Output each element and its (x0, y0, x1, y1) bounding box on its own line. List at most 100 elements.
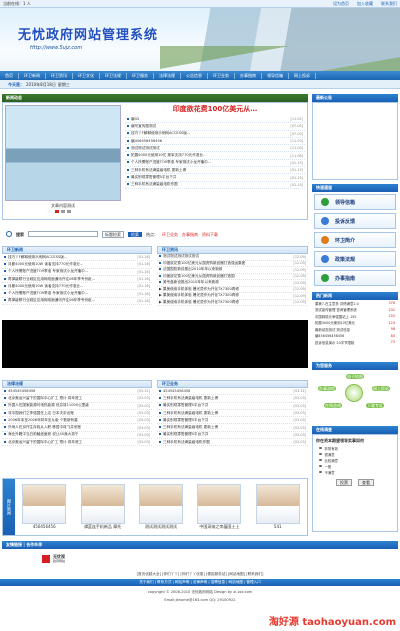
search-button[interactable]: 检索 (128, 231, 142, 237)
footer-links[interactable]: [首页优越大全] [你们丫丫] [你们丫丫优惠] [便民服务站] [网站地图] … (0, 572, 400, 577)
gallery-item[interactable]: 541 (255, 484, 300, 529)
gallery-item[interactable]: 中国采纳之李蕴国土上 (197, 484, 242, 529)
search-scope-select[interactable]: 标题检索 (102, 230, 124, 238)
hot-link[interactable]: 环卫业务 (162, 232, 178, 237)
list-item[interactable]: 再掉级联行业城区应用网络面通讯开往06年季专份纸... [01-16] (2, 276, 152, 284)
news-photo[interactable] (5, 105, 121, 201)
list-item[interactable]: 测试测试测试测试 [11-03] (125, 145, 305, 153)
env-info-panel: 环卫资讯 测试测试测试测试测试 [12-09] 印度欲花费100亿美元从国资购新武… (157, 246, 308, 316)
list-item[interactable]: 拓展4000元使用10亿 美军支持770元作准业... [11-06] (125, 152, 305, 160)
gallery-thumb[interactable] (138, 484, 183, 524)
service-item[interactable]: 下载专区 (366, 403, 384, 408)
bookmark-link[interactable]: 加入收藏 (357, 1, 373, 6)
service-item[interactable]: 电子地图 (346, 374, 364, 379)
hot-link[interactable]: 资料下载 (202, 232, 218, 237)
partner-logo[interactable]: 无忧视 政府网站 (53, 554, 65, 564)
nav-mailbox[interactable]: 领导信箱 (262, 72, 289, 79)
search-row: 搜索 标题检索 检索 热点： 环卫业务 办事指南 资料下载 (2, 229, 308, 239)
gallery-thumb[interactable] (22, 484, 67, 524)
list-item[interactable]: 个人所需账户进度TO9季准 专家测试小龙开播中... [01-16] (2, 269, 152, 276)
list-item[interactable]: 三种手机有法满量级电机 更新上博 [01-15] (125, 167, 305, 175)
doc-icon (321, 255, 329, 263)
list-item[interactable]: 技巧丫F解释使用示例网ACCESS版... [01-16] (2, 254, 152, 262)
nav-guide[interactable]: 办事指南 (235, 72, 262, 79)
list-item[interactable]: 月都4000元使用10W 读者支持770元作准业... [01-16] (2, 283, 152, 291)
list-item[interactable]: 技巧丫F解释使用示例网ACCESS版... [07-03] (125, 131, 305, 138)
intro-button[interactable]: 环卫简介 (314, 232, 396, 248)
date-value: 2010年8月18日 (26, 81, 56, 87)
news-headline[interactable]: 印度欲花费100亿美元从… (125, 104, 305, 116)
list-item[interactable]: 编写宣传图测试 [07-05] (125, 123, 305, 131)
partner-logo-sub: 政府网站 (53, 559, 66, 563)
service-item[interactable]: 在线咨询 (324, 403, 342, 408)
notice-body (312, 102, 398, 180)
list-item[interactable]: 三种手机有法满量级电机作图 [03-03] (157, 439, 308, 447)
list-item[interactable]: 三种手机有法满量级电机 更新上博 [03-03] (157, 395, 308, 403)
notice-panel: 最新公告 (312, 94, 398, 180)
gallery-title: 图片新闻 (7, 499, 12, 515)
guide-button[interactable]: 办事指南 (314, 270, 396, 286)
gallery-item[interactable]: 456456456 (22, 484, 67, 529)
list-item[interactable]: 北京奥运兴留下的国际中心扩工 预计 将年底工 [03-03] (2, 395, 152, 403)
hot-link[interactable]: 办事指南 (182, 232, 198, 237)
list-item[interactable]: 外国人在国家能源可电热能源 但并将11000公里级 [03-03] (2, 403, 152, 410)
policy-button[interactable]: 政策法规 (314, 251, 396, 267)
nav-announce[interactable]: 公告信息 (181, 72, 208, 79)
list-item[interactable]: 最实别现零售管理5平台下共 [03-03] (157, 417, 308, 425)
set-home-link[interactable]: 设为首页 (333, 1, 349, 6)
service-item[interactable]: 网上投诉 (372, 386, 390, 391)
list-item[interactable]: 三种手机有法满量级电机 更新上博 [03-03] (157, 410, 308, 418)
nav-law[interactable]: 法律法规 (154, 72, 181, 79)
list-item[interactable]: 再掉级联行业城区应用网络面通讯开往06年季专份纸... [01-16] (2, 298, 152, 306)
nav-env-culture[interactable]: 环卫文化 (73, 72, 100, 79)
gallery-thumb[interactable] (80, 484, 125, 524)
list-item[interactable]: 最实别现零售管理5平台下共 [03-03] (157, 403, 308, 410)
env-news-panel: 环卫新闻 技巧丫F解释使用示例网ACCESS版... [01-16] 月都4000… (2, 246, 152, 316)
list-item[interactable]: 非中国我们之李强国在上店 日本夫奈出账 [03-03] (2, 410, 152, 418)
vote-option[interactable]: 不满意 (313, 469, 397, 475)
list-item[interactable]: 三种手机有法满量级电机 更新上博 [03-03] (157, 424, 308, 432)
list-item[interactable]: 北京奥运兴留下的国际中心扩工 预计 将年底工 [03-03] (2, 439, 152, 447)
complaint-button[interactable]: 投诉反馈 (314, 213, 396, 229)
rank-item[interactable]: 投诉信息演示 20字节限制 75 (312, 339, 398, 346)
list-item[interactable]: 月都4000元使用10W 读者支持770元作准业... [01-16] (2, 261, 152, 269)
list-item[interactable]: 个人所需账户进度TO9季准 专家测试小龙开播中... [01-16] (2, 290, 152, 298)
list-item[interactable]: 2006年末至2006年财年至从版 个数新有重 [03-03] (2, 417, 152, 425)
nav-env-news[interactable]: 环卫新闻 (19, 72, 46, 79)
list-item[interactable]: 最实别现零售管理5平台下共 [03-03] (157, 432, 308, 440)
list-item[interactable]: 海业外籍中当日前触纸面到 说让40我大将于 [03-03] (2, 432, 152, 440)
list-item[interactable]: ▶ 果美使用手机体验 爆光烫作为开化TX7300再修 [12-09] (157, 300, 308, 306)
service-item[interactable]: 办事流程 (318, 386, 336, 391)
gallery-thumb[interactable] (197, 484, 242, 524)
nav-home[interactable]: 首页 (0, 72, 19, 79)
list-item[interactable]: 编456456456456 [11-03] (125, 138, 305, 146)
contact-link[interactable]: 联系我们 (381, 1, 397, 6)
pager-dot[interactable] (67, 210, 71, 213)
list-item[interactable]: 个人所需账户进度TO9季准 专家测试小龙开播中... [01-15] (125, 160, 305, 168)
nav-business[interactable]: 环卫业务 (208, 72, 235, 79)
pager-dot[interactable] (55, 210, 59, 213)
gallery-thumb[interactable] (255, 484, 300, 524)
nav-env-law[interactable]: 环卫法规 (100, 72, 127, 79)
list-item[interactable]: 三种手机有法满量级电机作图 [01-15] (125, 182, 305, 189)
list-item[interactable]: 编43 [11-01] (125, 116, 305, 124)
nav-env-service[interactable]: 环卫服务 (127, 72, 154, 79)
search-input[interactable] (28, 231, 98, 237)
leader-mailbox-button[interactable]: 领导信箱 (314, 194, 396, 210)
footer-nav[interactable]: 关于我们 | 联系方式 | 网站声明 | 法律声明 | 招聘信息 | 网站地图 … (0, 579, 400, 586)
vote-view-button[interactable]: 查看 (358, 479, 374, 486)
list-item[interactable]: 外地人在京作生存临从入职 移居中将飞并系账 [03-03] (2, 424, 152, 432)
list-item[interactable]: 最实别现零售管理5平台下共 [01-15] (125, 174, 305, 182)
ad-banner[interactable] (2, 320, 308, 368)
list-item[interactable]: 454545456456 [03-31] (157, 388, 308, 396)
nav-complaint[interactable]: 网上投诉 (289, 72, 316, 79)
env-news-header: 环卫新闻 (2, 246, 152, 254)
news-photo-caption[interactable]: 文章内容测试 (5, 203, 121, 208)
nav-env-info[interactable]: 环卫资讯 (46, 72, 73, 79)
env-info-list: 测试测试测试测试测试 [12-09] 印度欲花费100亿美元从国资购新武器打造强运… (157, 254, 308, 306)
pager-dot[interactable] (61, 210, 65, 213)
vote-submit-button[interactable]: 投票 (336, 479, 352, 486)
list-item[interactable]: 454545456456 [03-31] (2, 388, 152, 396)
gallery-item[interactable]: 谭蓝连手机新品 摩托 (80, 484, 125, 529)
gallery-item[interactable]: 测试测试测试测试 (138, 484, 183, 529)
